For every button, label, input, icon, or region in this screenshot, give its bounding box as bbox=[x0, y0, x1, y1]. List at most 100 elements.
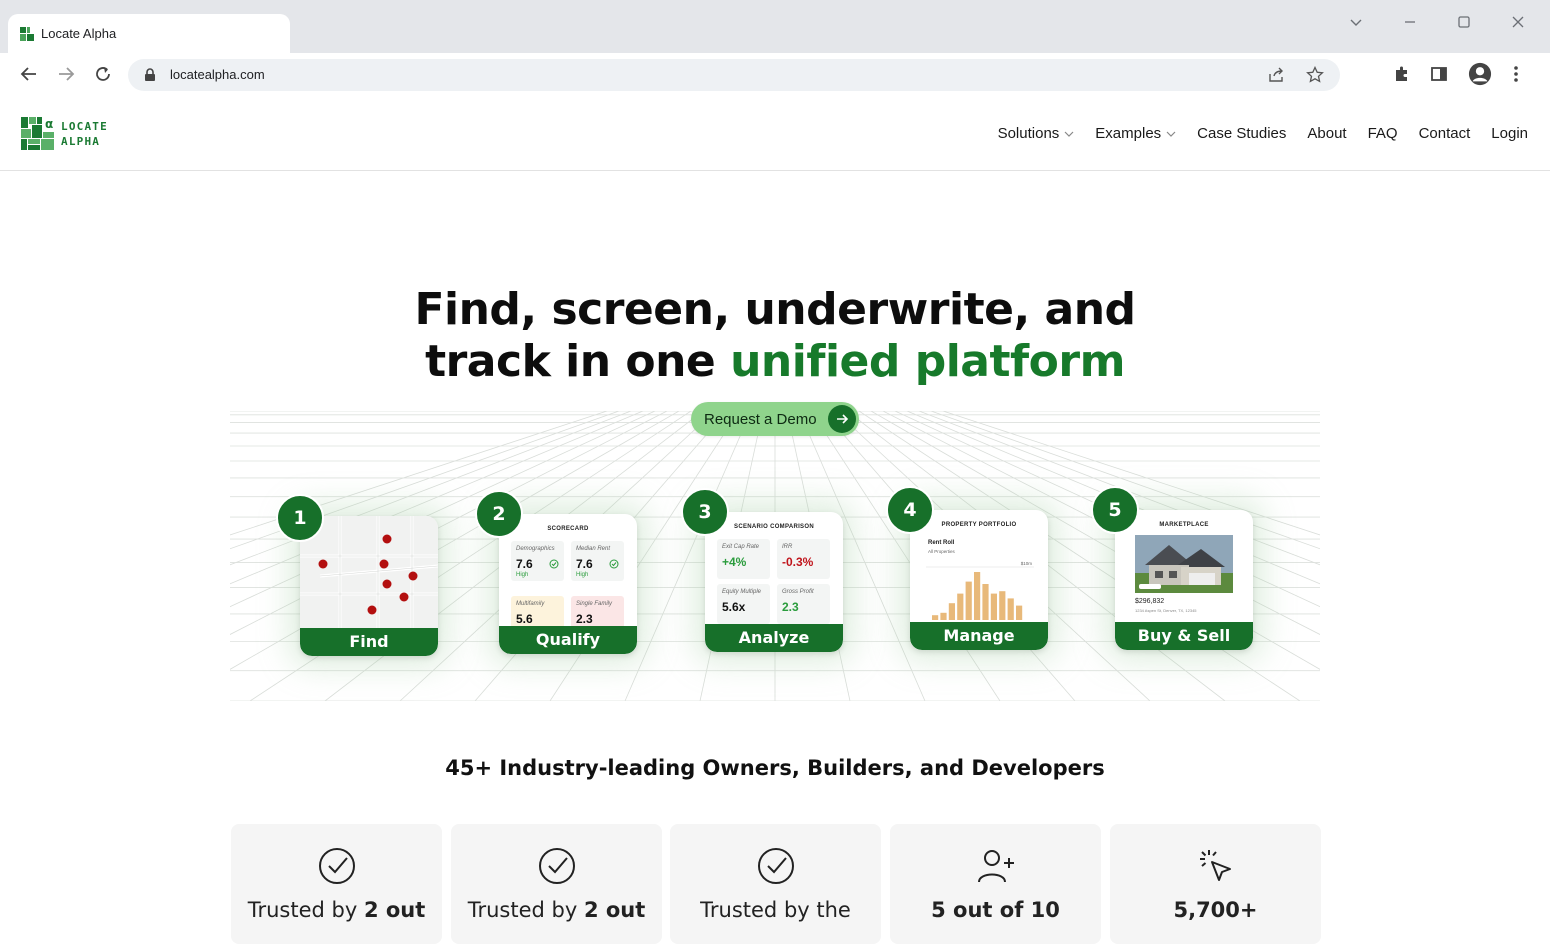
step-card-analyze[interactable]: SCENARIO COMPARISON Exit Cap Rate +4% IRR… bbox=[705, 512, 843, 652]
close-icon[interactable] bbox=[1506, 10, 1530, 34]
score-cell: Median Rent 7.6 High bbox=[571, 541, 624, 581]
profile-avatar-icon[interactable] bbox=[1468, 62, 1492, 86]
stat-card: Trusted by 2 out bbox=[231, 824, 442, 944]
check-circle-icon bbox=[318, 848, 355, 884]
cell-value: 5.6 bbox=[516, 612, 533, 626]
nav-label: Examples bbox=[1095, 125, 1162, 142]
nav-login[interactable]: Login bbox=[1491, 125, 1528, 142]
logo[interactable]: α LOCATE ALPHA bbox=[21, 117, 108, 150]
scenario-cell: IRR -0.3% bbox=[777, 539, 830, 579]
extensions-icon[interactable] bbox=[1390, 62, 1414, 86]
logo-line1: LOCATE bbox=[61, 119, 108, 133]
back-icon[interactable] bbox=[17, 62, 41, 86]
cell-label: Median Rent bbox=[576, 546, 611, 552]
url-text: locatealpha.com bbox=[170, 67, 265, 82]
nav-faq[interactable]: FAQ bbox=[1368, 125, 1398, 142]
nav-solutions[interactable]: Solutions bbox=[998, 125, 1075, 142]
stat-text: Trusted by bbox=[247, 898, 364, 922]
browser-menu-icon[interactable] bbox=[1504, 62, 1528, 86]
address-bar[interactable]: locatealpha.com bbox=[128, 59, 1340, 91]
minimize-icon[interactable] bbox=[1398, 10, 1422, 34]
step-label: Find bbox=[300, 628, 438, 656]
logo-text: LOCATE ALPHA bbox=[61, 119, 108, 149]
maximize-icon[interactable] bbox=[1452, 10, 1476, 34]
cell-label: Equity Multiple bbox=[722, 589, 762, 595]
step-card-qualify[interactable]: SCORECARD Demographics 7.6 High Median Ren… bbox=[499, 514, 637, 654]
chart-title: Rent Roll bbox=[928, 540, 955, 546]
nav-examples[interactable]: Examples bbox=[1095, 125, 1176, 142]
stat-text-bold: 5,700+ bbox=[1173, 898, 1258, 922]
reload-icon[interactable] bbox=[91, 62, 115, 86]
browser-tab[interactable]: Locate Alpha bbox=[8, 14, 290, 53]
nav-case-studies[interactable]: Case Studies bbox=[1197, 125, 1286, 142]
share-icon[interactable] bbox=[1268, 66, 1286, 84]
lock-icon bbox=[145, 68, 155, 81]
check-circle-icon bbox=[538, 848, 575, 884]
listing-price: $296,832 bbox=[1135, 598, 1165, 605]
cell-sub: High bbox=[516, 572, 529, 578]
nav-contact[interactable]: Contact bbox=[1419, 125, 1471, 142]
cell-value: -0.3% bbox=[782, 555, 814, 569]
request-demo-label: Request a Demo bbox=[704, 410, 817, 428]
cursor-click-icon bbox=[1199, 850, 1231, 881]
chevron-down-icon bbox=[1166, 131, 1176, 137]
nav-about[interactable]: About bbox=[1307, 125, 1346, 142]
headline-accent: unified platform bbox=[730, 336, 1125, 387]
rent-bar bbox=[1016, 605, 1023, 620]
arrow-right-icon bbox=[828, 405, 856, 433]
cell-value: 5.6x bbox=[722, 600, 746, 614]
step-number-badge: 5 bbox=[1091, 486, 1139, 534]
rent-bar bbox=[940, 612, 947, 620]
card-title: SCORECARD bbox=[547, 526, 589, 532]
cell-label: Demographics bbox=[516, 546, 555, 552]
user-plus-icon bbox=[977, 850, 1014, 883]
side-panel-icon[interactable] bbox=[1427, 62, 1451, 86]
scenario-cell: Equity Multiple 5.6x bbox=[717, 584, 770, 624]
cell-value: 2.3 bbox=[782, 600, 799, 614]
step-card-manage[interactable]: PROPERTY PORTFOLIO Rent Roll All Propert… bbox=[910, 510, 1048, 650]
browser-tab-strip: Locate Alpha bbox=[0, 0, 1550, 53]
site-header: α LOCATE ALPHA Solutions Examples Case S… bbox=[0, 95, 1550, 171]
rent-roll-chart bbox=[926, 566, 1034, 620]
nav-label: Login bbox=[1491, 125, 1528, 142]
headline-line2: track in one unified platform bbox=[0, 336, 1550, 388]
chart-subtitle: All Properties bbox=[928, 549, 955, 554]
rent-bar bbox=[982, 584, 989, 620]
scenario-cell: Gross Profit 2.3 bbox=[777, 584, 830, 624]
step-label: Qualify bbox=[499, 626, 637, 654]
hero-section: Find, screen, underwrite, and track in o… bbox=[0, 171, 1550, 944]
cell-label: Exit Cap Rate bbox=[722, 544, 760, 550]
rent-bar bbox=[957, 593, 964, 620]
logo-line2: ALPHA bbox=[61, 134, 101, 148]
stat-card: Trusted by 2 out bbox=[451, 824, 662, 944]
request-demo-button[interactable]: Request a Demo bbox=[691, 402, 859, 436]
check-circle-icon bbox=[757, 848, 794, 884]
rent-bar bbox=[965, 581, 972, 620]
nav-label: FAQ bbox=[1367, 125, 1398, 142]
rent-bar bbox=[1007, 598, 1014, 620]
house-photo bbox=[1135, 535, 1233, 593]
browser-toolbar: locatealpha.com bbox=[0, 53, 1550, 95]
card-title: MARKETPLACE bbox=[1159, 522, 1209, 528]
main-nav: Solutions Examples Case Studies About FA… bbox=[998, 125, 1528, 142]
scenario-cell: Exit Cap Rate +4% bbox=[717, 539, 770, 579]
stat-text-bold: 2 out bbox=[583, 898, 646, 922]
stat-text-bold: 2 out bbox=[363, 898, 426, 922]
favicon-icon bbox=[20, 26, 34, 41]
rent-bar bbox=[974, 572, 981, 620]
nav-label: Solutions bbox=[997, 125, 1060, 142]
rent-bar bbox=[948, 603, 955, 620]
forward-icon[interactable] bbox=[54, 62, 78, 86]
map-preview bbox=[300, 516, 438, 628]
bookmark-star-icon[interactable] bbox=[1306, 66, 1324, 84]
cell-sub: High bbox=[576, 572, 589, 578]
nav-label: Case Studies bbox=[1197, 125, 1287, 142]
tab-search-icon[interactable] bbox=[1344, 10, 1368, 34]
step-number-badge: 2 bbox=[475, 490, 523, 538]
step-label: Analyze bbox=[705, 624, 843, 652]
step-card-find[interactable]: Find bbox=[300, 516, 438, 656]
chevron-down-icon bbox=[1064, 131, 1074, 137]
stat-card: 5,700+ bbox=[1110, 824, 1321, 944]
check-circle-icon bbox=[549, 559, 559, 569]
step-card-buy-sell[interactable]: MARKETPLACE $296,832 1234 Aspen St, Denv… bbox=[1115, 510, 1253, 650]
